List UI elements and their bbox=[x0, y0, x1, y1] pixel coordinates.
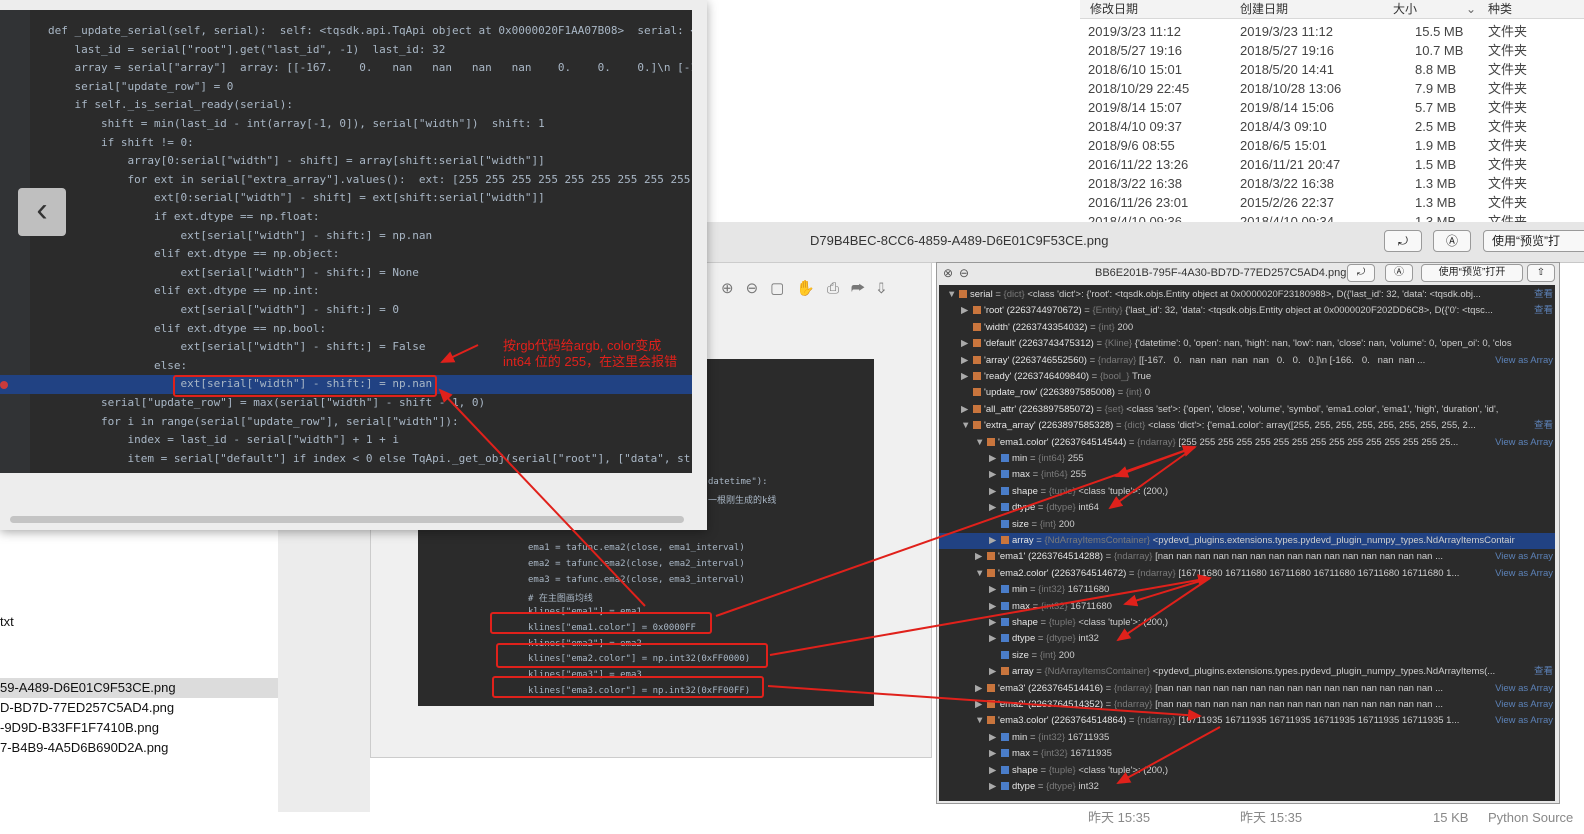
arrow-ema1-to-error bbox=[438, 388, 646, 607]
arrow-annotation bbox=[440, 344, 479, 363]
arrow-ema3-dtype bbox=[1116, 726, 1221, 784]
arrow-ema1-dtype bbox=[1108, 446, 1196, 510]
arrow-ema2-dtype bbox=[1116, 577, 1211, 642]
arrow-ema3-to-array bbox=[767, 685, 1202, 722]
arrow-ema2-to-array bbox=[769, 574, 1212, 656]
annotation-arrows bbox=[438, 344, 1221, 784]
arrow-ema1-max bbox=[1114, 446, 1196, 478]
